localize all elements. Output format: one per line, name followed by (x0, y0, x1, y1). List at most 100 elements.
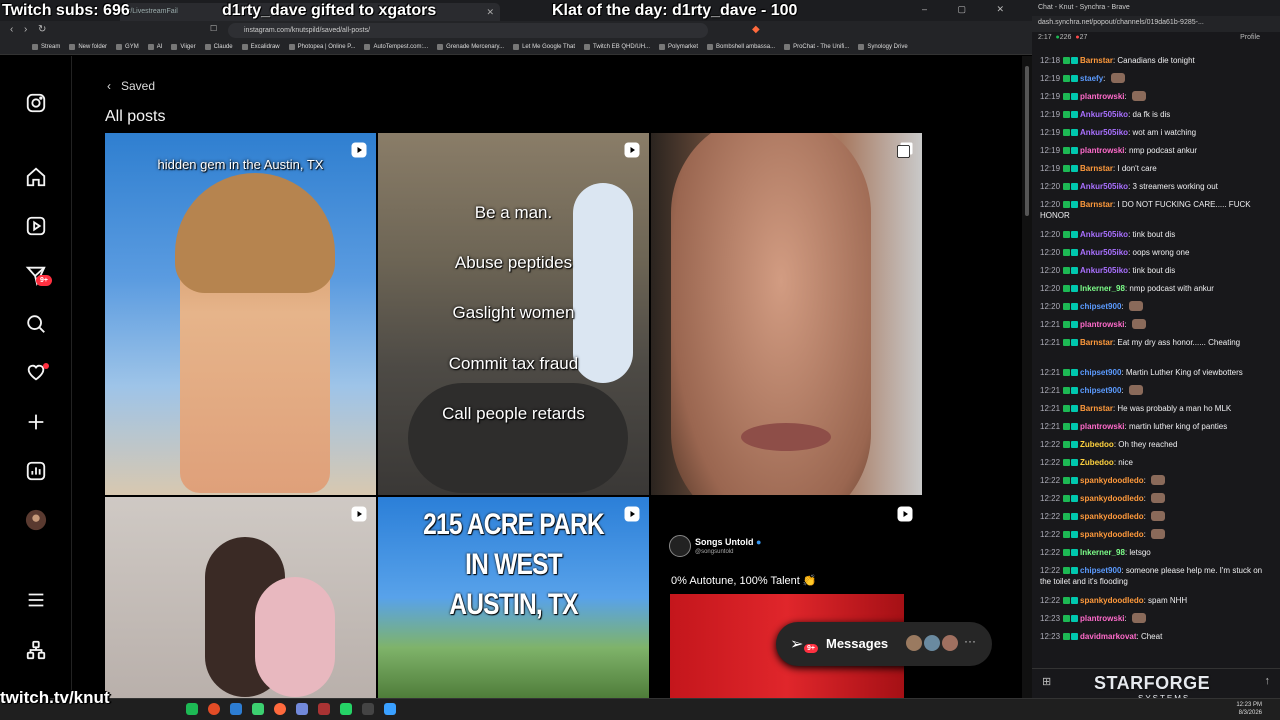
bookmark-icon[interactable]: ☐ (210, 24, 217, 33)
back-to-saved[interactable]: ‹ Saved (107, 79, 155, 93)
chat-username[interactable]: plantrowski (1080, 92, 1124, 101)
menu-icon[interactable] (24, 588, 48, 612)
app-icon[interactable] (252, 703, 264, 715)
chat-username[interactable]: Zubedoo (1080, 440, 1114, 449)
chat-message: 12:20 Ankur505iko: tink bout dis (1040, 265, 1272, 276)
chat-username[interactable]: Barnstar (1080, 404, 1113, 413)
bookmark-item[interactable]: Polymarket (659, 44, 698, 50)
saved-post-5[interactable]: 215 ACRE PARK IN WEST AUSTIN, TX (378, 497, 649, 698)
bookmark-favicon-icon (513, 44, 520, 50)
chat-username[interactable]: plantrowski (1080, 320, 1124, 329)
bookmark-item[interactable]: Viiger (171, 44, 196, 50)
search-icon[interactable] (24, 312, 48, 336)
app-icon-4[interactable] (384, 703, 396, 715)
bookmark-item[interactable]: Bombshell ambassa... (707, 44, 775, 50)
chat-username[interactable]: Barnstar (1080, 200, 1113, 209)
back-label: Saved (121, 79, 156, 93)
chat-username[interactable]: lnkerner_98 (1080, 548, 1125, 557)
chat-username[interactable]: spankydoodledo (1080, 530, 1144, 539)
messages-button[interactable]: ➢ 9+ Messages ··· (776, 622, 992, 666)
saved-post-6[interactable]: Songs Untold ● @songsuntold 0% Autotune,… (651, 497, 922, 698)
chat-username[interactable]: chipset900 (1080, 302, 1121, 311)
tab-close-icon[interactable]: ✕ (486, 7, 494, 18)
window-controls[interactable]: – ▢ ✕ (922, 4, 1018, 15)
grid-icon[interactable]: ⊞ (1042, 675, 1051, 688)
bookmark-item[interactable]: Grenade Mercenary... (437, 44, 504, 50)
bookmark-item[interactable]: New folder (69, 44, 107, 50)
bookmark-item[interactable]: Stream (32, 44, 60, 50)
brave-icon[interactable] (274, 703, 286, 715)
bookmark-item[interactable]: Photopea | Online P... (288, 44, 355, 50)
chat-username[interactable]: Zubedoo (1080, 458, 1114, 467)
bookmark-item[interactable]: Synology Drive (858, 44, 908, 50)
profile-button[interactable]: Profile (1240, 34, 1260, 41)
home-icon[interactable] (24, 165, 48, 189)
address-input[interactable]: instagram.com/knutspild/saved/all-posts/ (228, 23, 708, 38)
chat-username[interactable]: plantrowski (1080, 146, 1124, 155)
chat-username[interactable]: Ankur505iko (1080, 110, 1128, 119)
bookmark-item[interactable]: AI (147, 44, 162, 50)
chat-username[interactable]: Ankur505iko (1080, 266, 1128, 275)
chat-username[interactable]: staefy (1080, 74, 1103, 83)
chat-username[interactable]: Barnstar (1080, 338, 1113, 347)
saved-post-4[interactable] (105, 497, 376, 698)
insights-icon[interactable] (24, 459, 48, 483)
meta-apps-icon[interactable] (24, 638, 48, 662)
discord-icon[interactable] (296, 703, 308, 715)
chat-username[interactable]: plantrowski (1080, 614, 1124, 623)
chat-address[interactable]: dash.synchra.net/popout/channels/019da61… (1032, 16, 1280, 32)
system-clock[interactable]: 12:23 PM 8/3/2026 (1236, 701, 1262, 717)
chat-username[interactable]: chipset900 (1080, 368, 1121, 377)
chat-username[interactable]: davidmarkovat (1080, 632, 1136, 641)
spotify-icon[interactable] (186, 703, 198, 715)
bookmark-item[interactable]: GYM (116, 44, 139, 50)
bookmark-favicon-icon (171, 44, 178, 50)
saved-post-1[interactable]: hidden gem in the Austin, TX (105, 133, 376, 495)
scroll-up-icon[interactable]: ↑ (1265, 675, 1271, 687)
chat-username[interactable]: Ankur505iko (1080, 182, 1128, 191)
whatsapp-icon[interactable] (340, 703, 352, 715)
chat-username[interactable]: spankydoodledo (1080, 494, 1144, 503)
saved-post-3[interactable] (651, 133, 922, 495)
chat-username[interactable]: Ankur505iko (1080, 230, 1128, 239)
create-icon[interactable] (24, 410, 48, 434)
chat-username[interactable]: Ankur505iko (1080, 248, 1128, 257)
bookmark-item[interactable]: Excalidraw (241, 44, 280, 50)
back-icon[interactable]: ‹ (10, 24, 13, 35)
chat-username[interactable]: chipset900 (1080, 566, 1121, 575)
edge-icon[interactable] (230, 703, 242, 715)
bookmark-item[interactable]: AutoTempest.com:... (364, 44, 428, 50)
bookmark-item[interactable]: ProChat - The Unifi... (784, 44, 849, 50)
instagram-logo-icon[interactable] (24, 91, 48, 115)
bookmark-item[interactable]: Claude (204, 44, 233, 50)
scrollbar-thumb[interactable] (1025, 66, 1029, 216)
reels-icon[interactable] (24, 214, 48, 238)
chat-username[interactable]: spankydoodledo (1080, 596, 1144, 605)
chat-username[interactable]: spankydoodledo (1080, 476, 1144, 485)
subscriber-badge-icon (1071, 321, 1079, 328)
bookmark-item[interactable]: Twitch EB QHD/UH... (584, 44, 650, 50)
emote-icon (1131, 319, 1146, 329)
chrome-icon[interactable] (208, 703, 220, 715)
chat-username[interactable]: lnkerner_98 (1080, 284, 1125, 293)
reload-icon[interactable]: ↻ (38, 24, 46, 35)
saved-post-2[interactable]: Be a man. Abuse peptides Gaslight women … (378, 133, 649, 495)
chat-username[interactable]: spankydoodledo (1080, 512, 1144, 521)
chat-username[interactable]: Ankur505iko (1080, 128, 1128, 137)
chat-username[interactable]: plantrowski (1080, 422, 1124, 431)
chat-separator: : (1121, 386, 1126, 395)
app-icon-2[interactable] (318, 703, 330, 715)
brave-shield-icon[interactable]: ◆ (752, 24, 760, 35)
post-2-line-3: Gaslight women (452, 303, 575, 322)
chat-username[interactable]: Barnstar (1080, 56, 1113, 65)
profile-avatar-icon[interactable] (24, 508, 48, 532)
chat-username[interactable]: chipset900 (1080, 386, 1121, 395)
bookmark-favicon-icon (204, 44, 211, 50)
bookmark-item[interactable]: Let Me Google That (513, 44, 575, 50)
page-scrollbar[interactable] (1022, 56, 1032, 698)
forward-icon[interactable]: › (24, 24, 27, 35)
chat-username[interactable]: Barnstar (1080, 164, 1113, 173)
moderator-badge-icon (1063, 549, 1071, 556)
app-icon-3[interactable] (362, 703, 374, 715)
chat-timestamp: 12:22 (1040, 512, 1061, 521)
